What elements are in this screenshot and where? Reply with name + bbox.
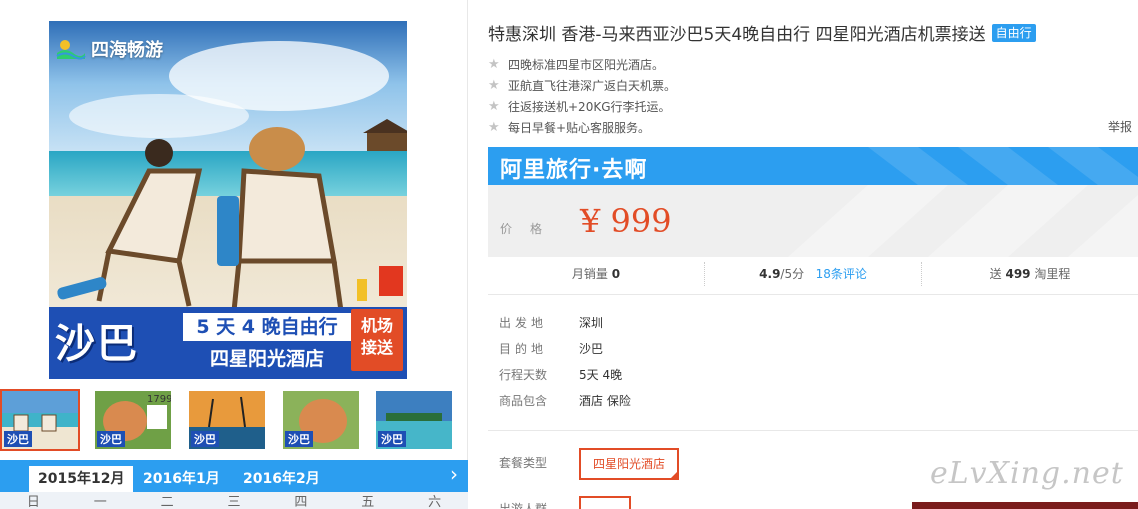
package-option-label: 四星阳光酒店 (592, 457, 665, 471)
footer-strip (912, 502, 1138, 509)
chevron-right-icon[interactable]: › (450, 462, 458, 486)
detail-value: 5天 4晚 (579, 368, 623, 382)
tab-month-3[interactable]: 2016年2月 (234, 466, 329, 492)
weekday-label: 一 (93, 495, 107, 509)
thumbnail-1[interactable]: 沙巴 (0, 389, 80, 451)
shop-name[interactable]: 阿里旅行·去啊 (500, 152, 647, 184)
price-panel: 阿里旅行·去啊 价格 ¥ 999 (488, 147, 1138, 257)
promo-badge-line-2: 接送 (360, 338, 393, 357)
promo-line-1: 5 天 4 晚自由行 (183, 313, 351, 341)
points-suffix: 淘里程 (1034, 267, 1071, 281)
traveler-group-option[interactable] (579, 496, 631, 509)
product-title: 特惠深圳 香港-马来西亚沙巴5天4晚自由行 四星阳光酒店机票接送 (488, 25, 986, 45)
detail-value: 深圳 (579, 316, 604, 330)
star-icon: ★ (488, 120, 500, 135)
detail-departure: 出发地 深圳 (499, 314, 603, 331)
thumbnail-strip: 沙巴 1799 沙巴 沙巴 沙巴 沙巴 (0, 389, 468, 453)
points-value: 499 (1005, 267, 1031, 281)
weekday-label: 日 (26, 495, 40, 509)
detail-destination: 目的地 沙巴 (499, 340, 603, 357)
selected-check-icon (669, 470, 679, 480)
brand-logo: 四海畅游 (49, 21, 183, 77)
star-icon: ★ (488, 57, 500, 72)
detail-value: 酒店 保险 (579, 394, 631, 408)
detail-label: 行程天数 (499, 368, 548, 382)
package-type-label: 套餐类型 (499, 456, 548, 470)
weekday-label: 六 (428, 495, 442, 509)
divider (488, 430, 1138, 431)
traveler-group-label: 出游人群 (499, 502, 548, 509)
weekday-label: 二 (160, 495, 174, 509)
divider (488, 294, 1138, 295)
brand-logo-text: 四海畅游 (91, 40, 163, 61)
feature-item: ★ 往返接送机+20KG行李托运。 (488, 96, 676, 117)
weekday-label: 三 (227, 495, 241, 509)
detail-label: 商品包含 (499, 394, 548, 408)
thumbnail-label: 沙巴 (97, 431, 125, 447)
weekday-label: 四 (294, 495, 308, 509)
rating-suffix: /5分 (780, 267, 805, 281)
tab-month-1[interactable]: 2015年12月 (29, 466, 134, 492)
tab-month-2[interactable]: 2016年1月 (134, 466, 229, 492)
feature-text: 亚航直飞往港深广返白天机票。 (508, 78, 677, 93)
promo-badge-line-1: 机场 (360, 316, 393, 335)
calendar-month-tabs: 2015年12月 2016年1月 2016年2月 › (0, 460, 468, 492)
product-type-tag: 自由行 (991, 23, 1036, 42)
thumbnail-4[interactable]: 沙巴 (281, 389, 361, 451)
thumbnail-label: 沙巴 (285, 431, 313, 447)
product-title-row: 特惠深圳 香港-马来西亚沙巴5天4晚自由行 四星阳光酒店机票接送 自由行 (488, 20, 1036, 45)
detail-label: 目的地 (499, 342, 548, 356)
product-gallery: 四海畅游 沙巴 5 天 4 晚自由行 四星阳光酒店 机场 接送 沙巴 1799 (0, 0, 468, 509)
site-watermark: eLvXing.net (930, 456, 1124, 491)
thumbnail-label: 沙巴 (4, 431, 32, 447)
brand-logo-icon (56, 40, 86, 60)
monthly-sales: 月销量 0 (488, 262, 705, 286)
main-product-image[interactable]: 四海畅游 沙巴 5 天 4 晚自由行 四星阳光酒店 机场 接送 (49, 21, 407, 379)
points-prefix: 送 (989, 267, 1002, 281)
rating: 4.9/5分 18条评论 (705, 262, 922, 286)
feature-list: ★ 四晚标准四星市区阳光酒店。 ★ 亚航直飞往港深广返白天机票。 ★ 往返接送机… (488, 54, 676, 138)
promo-badge: 机场 接送 (351, 309, 403, 371)
price-value: ¥ 999 (580, 202, 672, 240)
reviews-link[interactable]: 18条评论 (816, 267, 867, 281)
price-label: 价格 (500, 222, 561, 236)
promo-destination: 沙巴 (55, 321, 139, 367)
thumbnail-label: 沙巴 (191, 431, 219, 447)
detail-duration: 行程天数 5天 4晚 (499, 366, 622, 383)
star-icon: ★ (488, 99, 500, 114)
feature-item: ★ 亚航直飞往港深广返白天机票。 (488, 75, 676, 96)
thumbnail-3[interactable]: 沙巴 (187, 389, 267, 451)
star-icon: ★ (488, 78, 500, 93)
feature-text: 四晚标准四星市区阳光酒店。 (508, 57, 665, 72)
detail-includes: 商品包含 酒店 保险 (499, 392, 631, 409)
stats-row: 月销量 0 4.9/5分 18条评论 送 499 淘里程 (488, 262, 1138, 286)
monthly-sales-value: 0 (611, 267, 621, 281)
detail-label: 出发地 (499, 316, 548, 330)
monthly-sales-label: 月销量 (571, 267, 608, 281)
promo-banner: 沙巴 5 天 4 晚自由行 四星阳光酒店 机场 接送 (49, 307, 407, 379)
points: 送 499 淘里程 (922, 262, 1138, 286)
feature-text: 往返接送机+20KG行李托运。 (508, 99, 671, 114)
weekday-label: 五 (361, 495, 375, 509)
thumbnail-2[interactable]: 1799 沙巴 (93, 389, 173, 451)
rating-value: 4.9 (759, 267, 781, 281)
promo-line-2: 四星阳光酒店 (209, 348, 324, 370)
thumbnail-label: 沙巴 (378, 431, 406, 447)
thumbnail-5[interactable]: 沙巴 (374, 389, 454, 451)
detail-value: 沙巴 (579, 342, 604, 356)
feature-text: 每日早餐+贴心客服服务。 (508, 120, 651, 135)
thumbnail-price-text: 1799 (147, 394, 171, 405)
feature-item: ★ 四晚标准四星市区阳光酒店。 (488, 54, 676, 75)
package-option-selected[interactable]: 四星阳光酒店 (579, 448, 679, 480)
calendar-weekday-header: 日 一 二 三 四 五 六 (0, 492, 468, 509)
feature-item: ★ 每日早餐+贴心客服服务。 (488, 117, 676, 138)
report-link[interactable]: 举报 (1108, 118, 1132, 135)
